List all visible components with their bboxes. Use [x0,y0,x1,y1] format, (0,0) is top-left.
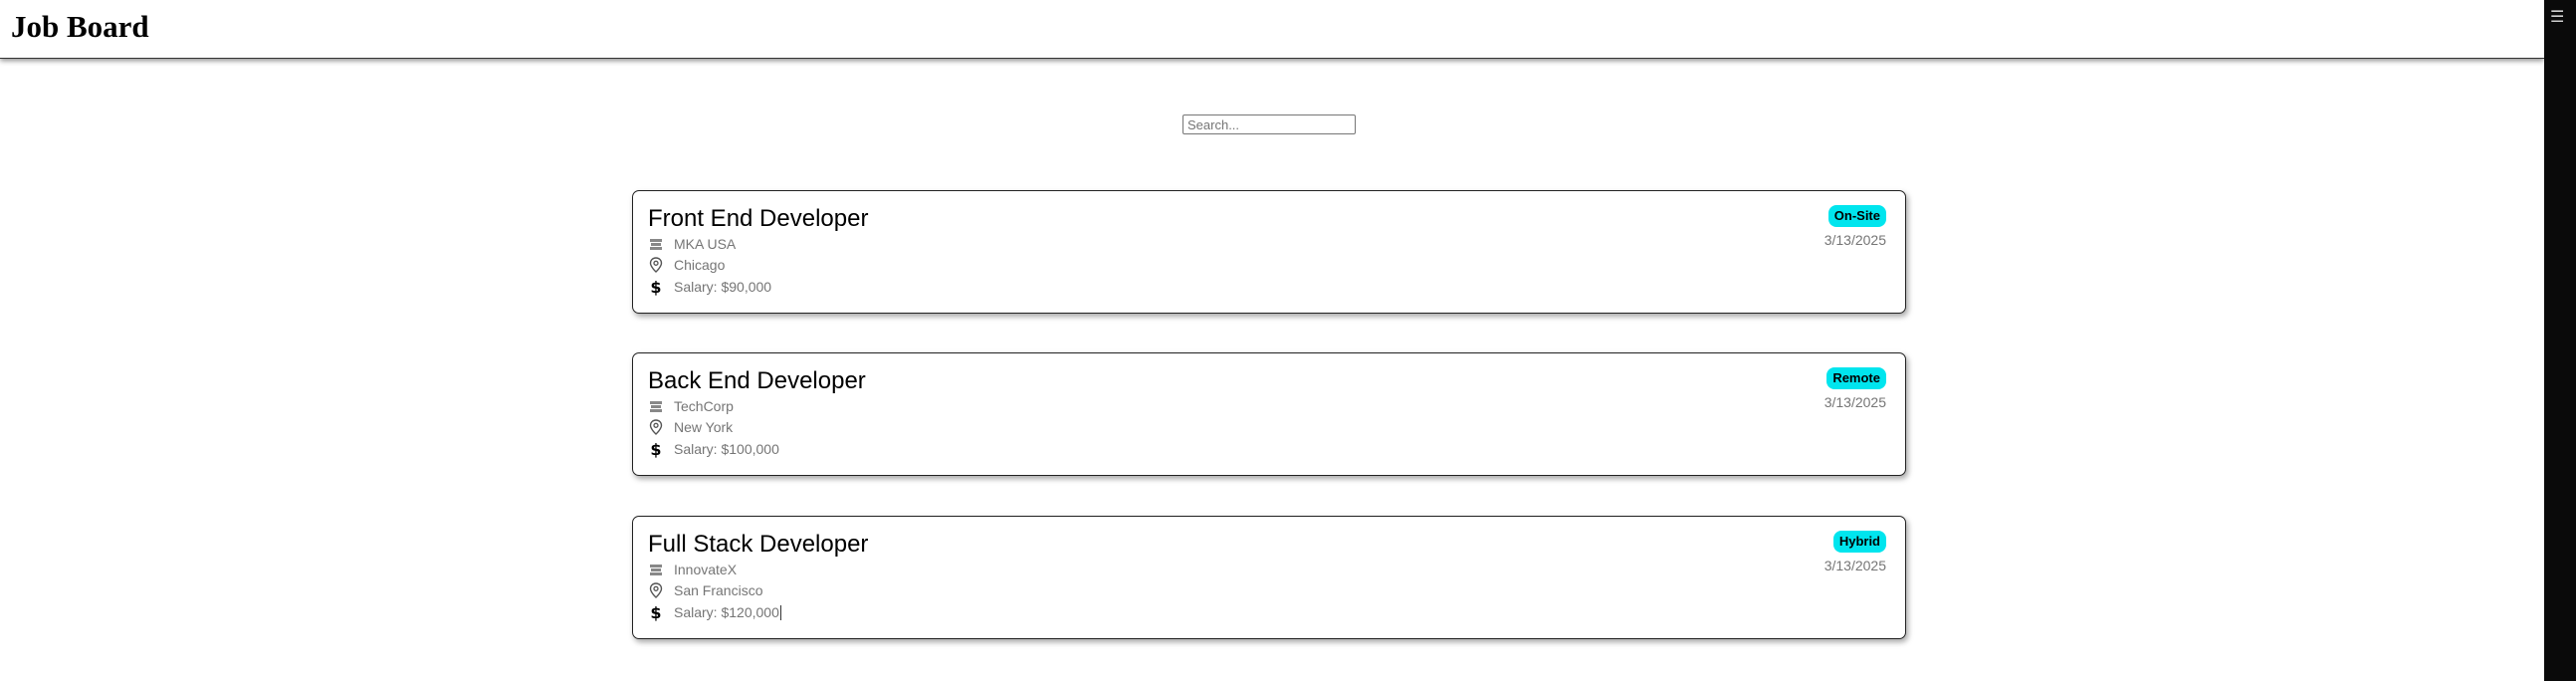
location-pin-icon [648,418,664,436]
dollar-icon: $ [650,439,662,459]
salary-row: $ Salary: $100,000 [648,439,779,459]
dollar-icon: $ [650,602,662,622]
page-title: Job Board [11,9,149,44]
company-row: TechCorp [648,396,734,416]
building-icon [648,397,664,415]
posted-date: 3/13/2025 [1824,558,1886,573]
app-header: Job Board [0,0,2544,59]
salary-text: Salary: $90,000 [674,279,772,295]
location-row: New York [648,417,733,437]
salary-text: Salary: $120,000 [674,604,779,620]
posted-date: 3/13/2025 [1824,232,1886,248]
salary-text: Salary: $100,000 [674,441,779,457]
company-row: InnovateX [648,560,737,579]
location-text: Chicago [674,257,726,273]
search-input[interactable] [1182,114,1356,134]
location-pin-icon [648,581,664,599]
company-name: InnovateX [674,562,738,577]
text-cursor [779,604,781,620]
job-title[interactable]: Front End Developer [648,205,868,233]
location-text: New York [674,419,734,435]
location-pin-icon [648,256,664,274]
location-row: Chicago [648,255,725,275]
job-title[interactable]: Full Stack Developer [648,531,868,559]
location-row: San Francisco [648,580,762,600]
salary-row: $ Salary: $120,000 [648,602,781,622]
company-name: TechCorp [674,398,734,414]
company-name: MKA USA [674,236,737,252]
dollar-icon: $ [650,277,662,297]
side-panel-strip: ☰ [2544,0,2576,681]
job-card[interactable]: Full Stack Developer InnovateX San Franc… [632,516,1906,639]
work-type-badge: Remote [1826,367,1886,389]
posted-date: 3/13/2025 [1824,394,1886,410]
work-type-badge: Hybrid [1832,531,1886,553]
job-title[interactable]: Back End Developer [648,367,866,395]
company-row: MKA USA [648,234,736,254]
salary-row: $ Salary: $90,000 [648,277,771,297]
work-type-badge: On-Site [1827,205,1886,227]
location-text: San Francisco [674,582,763,598]
menu-icon[interactable]: ☰ [2550,9,2564,25]
building-icon [648,235,664,253]
building-icon [648,561,664,578]
job-card[interactable]: Front End Developer MKA USA Chicago $ Sa… [632,190,1906,314]
job-card[interactable]: Back End Developer TechCorp New York $ S… [632,352,1906,476]
